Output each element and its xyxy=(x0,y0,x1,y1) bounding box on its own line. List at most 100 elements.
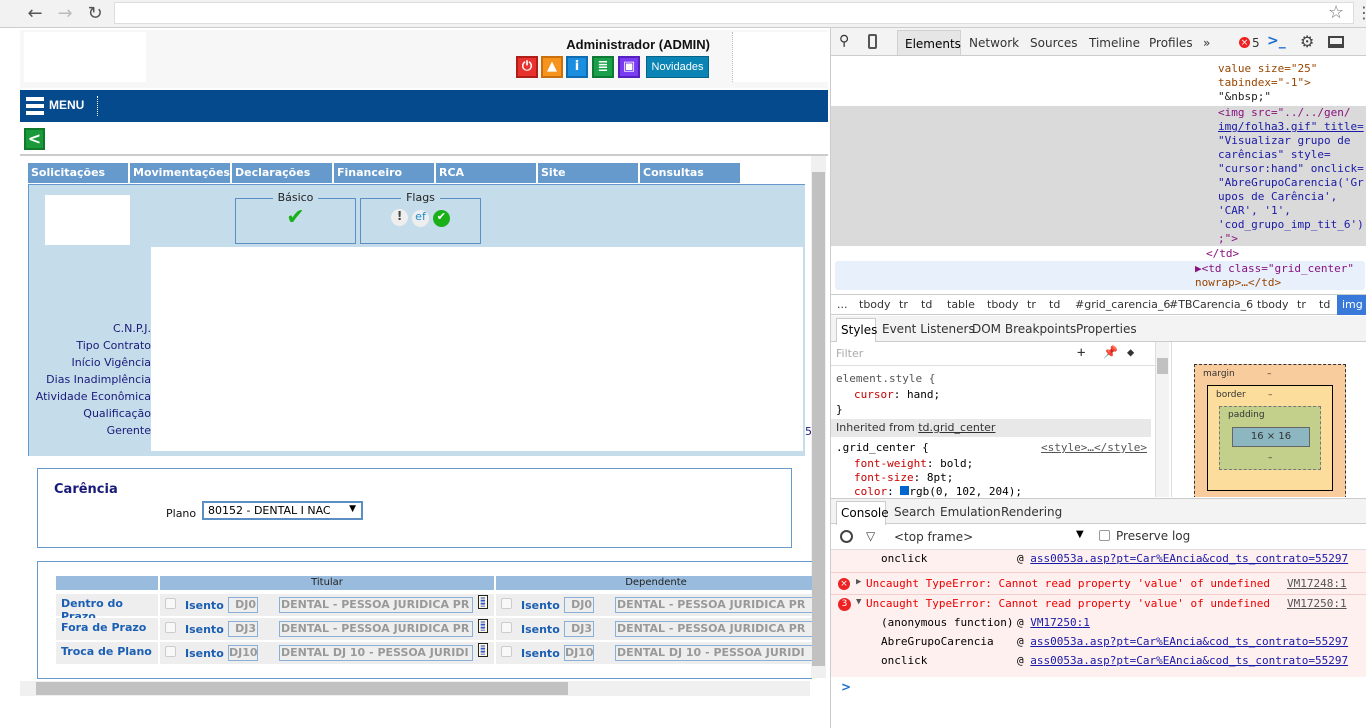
code-field[interactable]: DJ0 xyxy=(564,597,594,613)
tab-elements[interactable]: Elements xyxy=(897,30,961,55)
source-link[interactable]: ass0053a.asp?pt=Car%EAncia&cod_ts_contra… xyxy=(1030,552,1348,565)
breadcrumb-item[interactable]: #grid_carencia_6 xyxy=(1075,298,1170,311)
breadcrumb-item[interactable]: td xyxy=(921,298,932,311)
tab-timeline[interactable]: Timeline xyxy=(1089,36,1140,50)
pin-icon[interactable]: 📌 xyxy=(1103,345,1118,359)
breadcrumb-item[interactable]: tr xyxy=(1027,298,1036,311)
back-button[interactable]: ← xyxy=(24,3,46,24)
breadcrumb-item[interactable]: td xyxy=(1049,298,1060,311)
style-property[interactable]: color: rgb(0, 102, 204); xyxy=(854,485,1022,498)
tab-solicitacoes[interactable]: Solicitações xyxy=(28,163,129,183)
element-state-icon[interactable]: ◆ xyxy=(1127,345,1134,359)
ok-flag-icon[interactable]: ✔ xyxy=(432,210,450,227)
style-property[interactable]: cursor: hand; xyxy=(854,388,940,401)
console-drawer-icon[interactable]: >_ xyxy=(1267,33,1286,49)
code-field[interactable]: DJ3 xyxy=(564,621,594,637)
breadcrumb-item[interactable]: tbody xyxy=(859,298,891,311)
info-icon[interactable]: i xyxy=(566,56,588,78)
source-link[interactable]: ass0053a.asp?pt=Car%EAncia&cod_ts_contra… xyxy=(1030,635,1348,648)
document-icon[interactable]: ≡ ≡ ≡ xyxy=(478,643,488,657)
isento-checkbox[interactable] xyxy=(165,622,176,633)
code-field[interactable]: DJ3 xyxy=(228,621,258,637)
warning-flag-icon[interactable]: ! xyxy=(391,209,409,226)
plano-select[interactable]: 80152 - DENTAL I NAC ▼ xyxy=(202,501,363,520)
new-rule-icon[interactable]: + xyxy=(1077,345,1085,361)
tab-rca[interactable]: RCA xyxy=(436,163,537,183)
isento-checkbox[interactable] xyxy=(501,598,512,609)
ef-flag-icon[interactable]: ef xyxy=(412,210,429,227)
tab-movimentacoes[interactable]: Movimentações xyxy=(130,163,231,183)
novidades-button[interactable]: Novidades xyxy=(646,56,709,78)
document-icon[interactable]: ≡ ≡ ≡ xyxy=(478,619,488,633)
console-prompt[interactable]: > xyxy=(841,680,851,694)
tab-network[interactable]: Network xyxy=(969,36,1019,50)
clear-console-icon[interactable] xyxy=(840,530,853,543)
list-icon[interactable]: ≣ xyxy=(592,56,614,78)
source-link[interactable]: VM17250:1 xyxy=(1287,597,1347,610)
document-icon[interactable]: ≡ ≡ ≡ xyxy=(478,595,488,609)
tab-site[interactable]: Site xyxy=(538,163,639,183)
dock-icon[interactable] xyxy=(1328,36,1344,48)
source-link[interactable]: VM17248:1 xyxy=(1287,577,1347,590)
preserve-log-checkbox[interactable] xyxy=(1099,530,1110,541)
isento-checkbox[interactable] xyxy=(165,598,176,609)
more-tabs-button[interactable]: » xyxy=(1203,36,1210,50)
error-count[interactable]: 5 xyxy=(1252,36,1260,50)
frame-select[interactable]: <top frame> xyxy=(894,530,973,544)
box-padding[interactable]: padding 16 × 16 – xyxy=(1219,406,1321,470)
td-close-tag[interactable]: </td> xyxy=(1206,247,1239,261)
isento-checkbox[interactable] xyxy=(501,646,512,657)
tab-styles[interactable]: Styles xyxy=(836,318,877,342)
tab-declaracoes[interactable]: Declarações xyxy=(232,163,333,183)
tab-rendering[interactable]: Rendering xyxy=(1001,505,1062,519)
box-border[interactable]: border – padding 16 × 16 – xyxy=(1207,385,1333,491)
power-icon[interactable]: ⏻ xyxy=(516,56,538,78)
style-property[interactable]: font-weight: bold; xyxy=(854,457,973,470)
code-field[interactable]: DJ0 xyxy=(228,597,258,613)
tab-consultas[interactable]: Consultas xyxy=(640,163,741,183)
description-field[interactable]: DENTAL - PESSOA JURIDICA PR xyxy=(615,621,812,637)
lock-icon[interactable]: ▲ xyxy=(541,56,563,78)
menu-button[interactable]: MENU xyxy=(49,98,84,112)
tab-event-listeners[interactable]: Event Listeners xyxy=(882,322,975,336)
horizontal-scroll-thumb[interactable] xyxy=(36,682,568,695)
source-link[interactable]: ass0053a.asp?pt=Car%EAncia&cod_ts_contra… xyxy=(1030,654,1348,667)
tab-properties[interactable]: Properties xyxy=(1076,322,1137,336)
breadcrumb-item[interactable]: tr xyxy=(899,298,908,311)
isento-checkbox[interactable] xyxy=(165,646,176,657)
gear-icon[interactable]: ⚙ xyxy=(1300,32,1314,51)
style-property[interactable]: font-size: 8pt; xyxy=(854,471,953,484)
address-bar[interactable] xyxy=(114,2,1354,24)
bookmark-star-icon[interactable]: ☆ xyxy=(1328,2,1344,23)
hamburger-icon[interactable] xyxy=(26,97,44,115)
box-content[interactable]: 16 × 16 xyxy=(1232,427,1310,447)
browser-menu-icon[interactable]: ⋮ xyxy=(1356,3,1366,22)
reload-button[interactable]: ↻ xyxy=(84,3,106,24)
description-field[interactable]: DENTAL DJ 10 - PESSOA JURIDI xyxy=(615,645,812,661)
breadcrumb-item[interactable]: #TBCarencia_6 xyxy=(1169,298,1253,311)
chevron-down-icon[interactable]: ▼ xyxy=(1076,529,1084,540)
source-link[interactable]: VM17250:1 xyxy=(1030,616,1090,629)
tab-sources[interactable]: Sources xyxy=(1030,36,1077,50)
code-line[interactable]: img/folha3.gif" title= xyxy=(1218,120,1364,134)
search-icon[interactable]: ⚲ xyxy=(839,33,849,49)
description-field[interactable]: DENTAL DJ 10 - PESSOA JURIDI xyxy=(279,645,473,661)
code-field[interactable]: DJ10 xyxy=(228,645,258,661)
description-field[interactable]: DENTAL - PESSOA JURIDICA PR xyxy=(615,597,812,613)
breadcrumb-item[interactable]: tbody xyxy=(987,298,1019,311)
filter-icon[interactable]: ▽ xyxy=(866,529,875,543)
breadcrumb-item[interactable]: td xyxy=(1319,298,1330,311)
expand-triangle-icon[interactable]: ▶ xyxy=(1195,262,1202,275)
td-node-line-1[interactable]: ▶<td class="grid_center" xyxy=(1195,262,1354,276)
inherited-link[interactable]: td.grid_center xyxy=(918,421,995,434)
tab-emulation[interactable]: Emulation xyxy=(940,505,1001,519)
tab-console[interactable]: Console xyxy=(836,501,889,525)
back-arrow-button[interactable]: < xyxy=(24,128,45,150)
isento-checkbox[interactable] xyxy=(501,622,512,633)
code-line[interactable]: <img src="../../gen/ xyxy=(1218,106,1350,120)
breadcrumb-item[interactable]: img xyxy=(1337,295,1366,315)
box-margin[interactable]: margin – border – padding 16 × 16 – xyxy=(1194,364,1346,497)
device-mode-icon[interactable] xyxy=(868,34,877,49)
tab-search[interactable]: Search xyxy=(894,505,935,519)
style-source-link[interactable]: <style>…</style> xyxy=(1041,441,1147,454)
